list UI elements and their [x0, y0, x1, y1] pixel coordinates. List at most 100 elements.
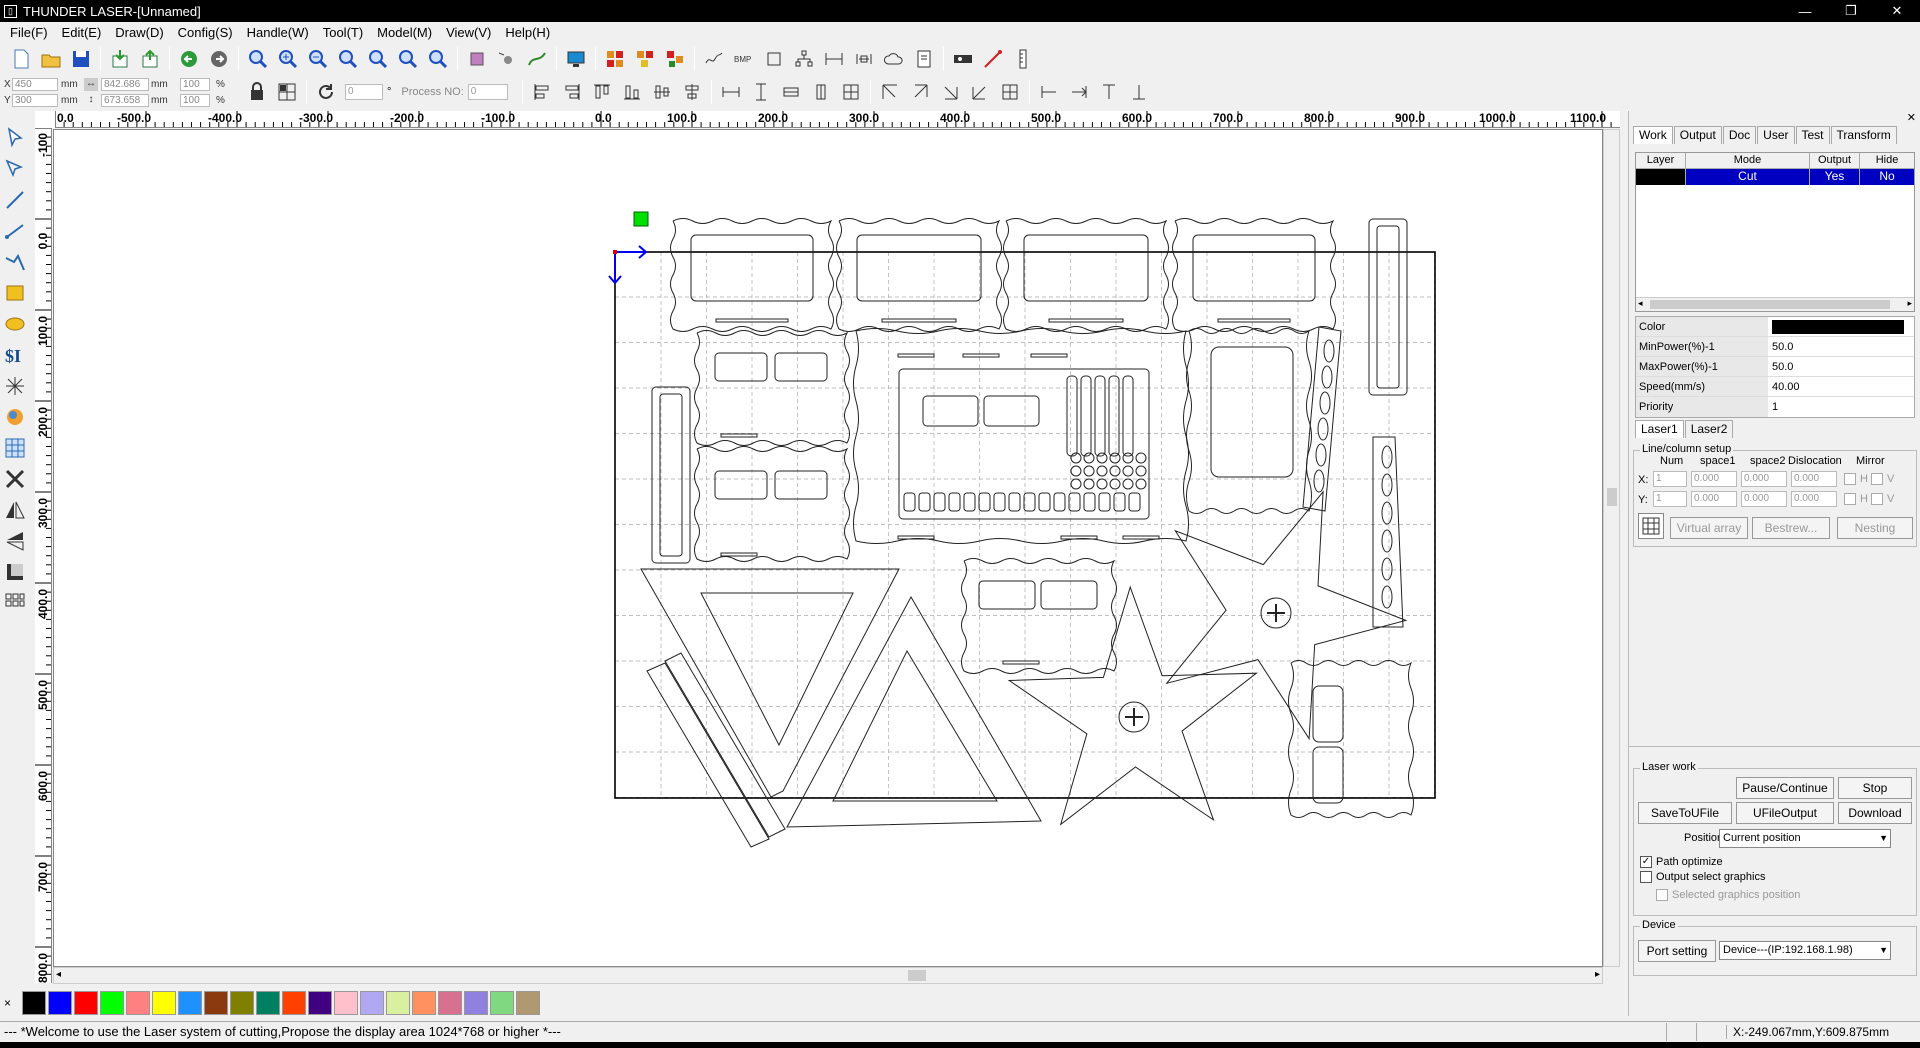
layer-hscroll[interactable]: ◂ ▸ [1636, 297, 1914, 311]
color-swatch[interactable] [438, 990, 462, 1015]
save-to-ufile-button[interactable]: SaveToUFile [1638, 802, 1732, 824]
color-swatch[interactable] [282, 990, 306, 1015]
tree-icon[interactable] [790, 45, 818, 73]
mirror-v-icon[interactable] [0, 526, 30, 556]
scroll-thumb-v[interactable] [1607, 488, 1617, 506]
zoom-all-icon[interactable] [394, 45, 422, 73]
polyline-tool-icon[interactable] [0, 216, 30, 246]
ellipse-tool-icon[interactable] [0, 309, 30, 339]
color-swatch[interactable] [22, 990, 46, 1015]
selected-position-checkbox[interactable]: Selected graphics position [1656, 889, 1800, 902]
grid-position-icon[interactable] [273, 78, 301, 106]
dimension-icon[interactable] [820, 45, 848, 73]
virtual-array-button[interactable]: Virtual array [1670, 517, 1748, 539]
menu-view[interactable]: View(V) [439, 22, 498, 43]
align-left-icon[interactable] [528, 78, 556, 106]
tab-work[interactable]: Work [1633, 126, 1673, 144]
y-space2-field[interactable]: 0.000 [1741, 491, 1787, 507]
prop-priority-value[interactable]: 1 [1768, 397, 1914, 417]
tab-output[interactable]: Output [1673, 126, 1722, 144]
minimize-button[interactable]: — [1782, 0, 1828, 22]
layer-row[interactable]: Cut Yes No [1636, 169, 1914, 185]
export-icon[interactable] [136, 45, 164, 73]
tab-laser2[interactable]: Laser2 [1684, 420, 1734, 438]
rect-tool-icon[interactable] [0, 278, 30, 308]
document-icon[interactable] [910, 45, 938, 73]
no-color-icon[interactable]: × [4, 996, 16, 1010]
open-folder-icon[interactable] [37, 45, 65, 73]
menu-draw[interactable]: Draw(D) [108, 22, 170, 43]
rectangle-icon[interactable] [760, 45, 788, 73]
frame-tool-icon[interactable] [0, 557, 30, 587]
save-icon[interactable] [67, 45, 95, 73]
dist-bottom-icon[interactable] [1125, 78, 1153, 106]
x-dislocation-field[interactable]: 0.000 [1791, 471, 1837, 487]
cloud-icon[interactable] [880, 45, 908, 73]
layer-color[interactable] [1636, 169, 1686, 185]
zoom-out-icon[interactable] [304, 45, 332, 73]
x-mirror-checks[interactable]: H V [1844, 473, 1894, 486]
move-topright-icon[interactable] [906, 78, 934, 106]
color-swatch[interactable] [308, 990, 332, 1015]
pause-continue-button[interactable]: Pause/Continue [1736, 777, 1834, 799]
array-copy-icon[interactable] [631, 45, 659, 73]
measure-icon[interactable] [850, 45, 878, 73]
same-width-icon[interactable] [777, 78, 805, 106]
curve-tool-icon[interactable] [0, 247, 30, 277]
zoom-in-icon[interactable] [274, 45, 302, 73]
menu-help[interactable]: Help(H) [498, 22, 557, 43]
zoom-icon[interactable] [244, 45, 272, 73]
redo-icon[interactable] [205, 45, 233, 73]
menu-model[interactable]: Model(M) [370, 22, 439, 43]
color-swatch[interactable] [126, 990, 150, 1015]
ufile-output-button[interactable]: UFileOutput [1736, 802, 1834, 824]
array-grid-icon[interactable] [1638, 513, 1664, 539]
move-topleft-icon[interactable] [876, 78, 904, 106]
color-swatch[interactable] [178, 990, 202, 1015]
color-swatch[interactable] [256, 990, 280, 1015]
drawing-canvas[interactable] [53, 129, 1603, 967]
monitor-icon[interactable] [562, 45, 590, 73]
bitmap-tool-icon[interactable] [0, 402, 30, 432]
color-swatch[interactable] [74, 990, 98, 1015]
line-tool-icon[interactable] [0, 185, 30, 215]
width-lock-icon[interactable]: ↔ [84, 78, 98, 91]
tab-test[interactable]: Test [1795, 126, 1830, 144]
color-swatch[interactable] [490, 990, 514, 1015]
laser-device-icon[interactable] [949, 45, 977, 73]
new-file-icon[interactable] [7, 45, 35, 73]
port-setting-button[interactable]: Port setting [1638, 940, 1716, 962]
scale-y-field[interactable]: 100 [180, 94, 210, 107]
grid-tool-icon[interactable] [0, 433, 30, 463]
prop-color-value[interactable] [1768, 317, 1914, 336]
point-tool-icon[interactable] [0, 371, 30, 401]
zoom-page-icon[interactable] [334, 45, 362, 73]
y-dislocation-field[interactable]: 0.000 [1791, 491, 1837, 507]
color-swatch[interactable] [230, 990, 254, 1015]
panel-close-icon[interactable]: ✕ [1907, 111, 1916, 124]
color-swatch[interactable] [204, 990, 228, 1015]
x-space1-field[interactable]: 0.000 [1691, 471, 1737, 487]
ruler-icon[interactable] [1009, 45, 1037, 73]
delete-icon[interactable] [0, 464, 30, 494]
color-swatch[interactable] [516, 990, 540, 1015]
menu-edit[interactable]: Edit(E) [55, 22, 109, 43]
height-lock-icon[interactable]: ↕ [84, 94, 98, 107]
rotate-icon[interactable] [312, 78, 340, 106]
menu-file[interactable]: File(F) [3, 22, 55, 43]
download-button[interactable]: Download [1838, 802, 1912, 824]
curve-edit-icon[interactable] [523, 45, 551, 73]
maximize-button[interactable]: ❐ [1828, 0, 1874, 22]
move-center-icon[interactable] [996, 78, 1024, 106]
width-field[interactable]: 842.686 [101, 78, 149, 91]
align-right-icon[interactable] [558, 78, 586, 106]
scale-x-field[interactable]: 100 [180, 78, 210, 91]
menu-handle[interactable]: Handle(W) [240, 22, 316, 43]
layer-hide[interactable]: No [1860, 169, 1914, 185]
undo-icon[interactable] [175, 45, 203, 73]
vertical-scrollbar[interactable] [1603, 129, 1620, 967]
zoom-fit-icon[interactable] [424, 45, 452, 73]
x-position-field[interactable]: 450 [12, 78, 58, 91]
color-swatch[interactable] [334, 990, 358, 1015]
equal-hspace-icon[interactable] [717, 78, 745, 106]
